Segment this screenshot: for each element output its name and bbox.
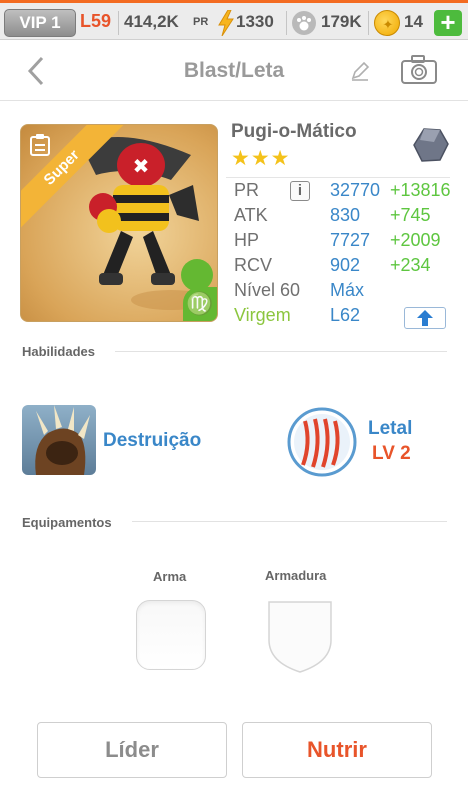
- stat-bonus: +13816: [390, 180, 451, 200]
- monster-portrait[interactable]: ✖ Super ♍: [20, 124, 218, 322]
- divider: [286, 11, 287, 35]
- page-title: Blast/Leta: [183, 59, 285, 82]
- gold-coin-icon: ✦: [374, 10, 400, 36]
- stat-row-hp: HP 7727 +2009: [226, 230, 450, 254]
- stat-value: Máx: [330, 280, 365, 300]
- rock-element-icon: [413, 128, 449, 162]
- stat-label: ATK: [234, 205, 268, 225]
- weapon-slot[interactable]: [136, 600, 206, 670]
- info-icon[interactable]: i: [290, 181, 310, 201]
- page-header: Blast/Leta: [0, 41, 468, 101]
- stat-bonus: +745: [390, 205, 431, 225]
- divider: [118, 11, 119, 35]
- active-skill-name[interactable]: Destruição: [103, 430, 201, 452]
- stat-value: 32770: [330, 180, 381, 200]
- abilities-heading: Habilidades: [22, 344, 95, 359]
- stat-row-atk: ATK 830 +745: [226, 205, 450, 229]
- stat-bonus: +2009: [390, 230, 441, 250]
- energy-value: 1330: [236, 12, 274, 31]
- stat-row-zodiac: Virgem L62: [226, 305, 450, 329]
- stat-label: Virgem: [234, 305, 291, 325]
- power-value: 414,2K: [124, 12, 179, 31]
- stat-label: RCV: [234, 255, 273, 275]
- skill-icon[interactable]: [22, 405, 96, 475]
- stat-label: Nível 60: [234, 280, 301, 300]
- resource-bar: VIP 1 L59 414,2K PR 1330 179K ✦ 14 +: [0, 0, 468, 40]
- stat-value: 830: [330, 205, 361, 225]
- add-gold-button[interactable]: +: [434, 9, 462, 36]
- leader-skill-icon[interactable]: [287, 407, 357, 477]
- energy-icon: [218, 10, 234, 36]
- svg-text:✦: ✦: [383, 18, 394, 33]
- arrow-up-icon: [417, 310, 433, 326]
- stats-panel: PR i 32770 +13816 ATK 830 +745 HP 7727 +…: [226, 177, 451, 329]
- divider: [115, 351, 447, 352]
- food-value: 179K: [321, 12, 362, 31]
- stat-label: HP: [234, 230, 260, 250]
- leader-button[interactable]: Líder: [37, 722, 227, 778]
- stat-value: 7727: [330, 230, 371, 250]
- zodiac-upgrade-button[interactable]: [404, 307, 446, 329]
- divider: [132, 521, 447, 522]
- feed-button[interactable]: Nutrir: [242, 722, 432, 778]
- camera-icon[interactable]: [400, 55, 438, 85]
- claw-skill-icon: [35, 405, 90, 475]
- gold-value: 14: [404, 12, 423, 31]
- power-unit: PR: [193, 16, 209, 28]
- star-rating: ★★★: [231, 147, 291, 170]
- armor-label: Armadura: [265, 568, 327, 583]
- svg-text:✖: ✖: [133, 154, 150, 178]
- stat-bonus: +234: [390, 255, 431, 275]
- notes-icon[interactable]: [29, 133, 51, 157]
- zodiac-badge: ♍: [183, 287, 217, 321]
- armor-slot[interactable]: [265, 600, 335, 674]
- stat-label: PR: [234, 180, 260, 200]
- stat-value: L62: [330, 305, 361, 325]
- leader-skill-name[interactable]: Letal: [368, 418, 412, 440]
- food-icon: [292, 11, 316, 35]
- leader-skill-level: LV 2: [372, 443, 411, 464]
- player-level: L59: [80, 11, 112, 31]
- pencil-icon[interactable]: [350, 61, 370, 81]
- monster-name: Pugi-o-Mático: [231, 121, 357, 142]
- stat-row-pr: PR i 32770 +13816: [226, 180, 451, 204]
- divider: [368, 11, 369, 35]
- vip-badge[interactable]: VIP 1: [4, 9, 76, 37]
- stat-row-rcv: RCV 902 +234: [226, 255, 450, 279]
- equipment-heading: Equipamentos: [22, 515, 112, 530]
- stat-value: 902: [330, 255, 361, 275]
- weapon-label: Arma: [153, 569, 187, 584]
- stat-row-level: Nível 60 Máx: [226, 280, 450, 304]
